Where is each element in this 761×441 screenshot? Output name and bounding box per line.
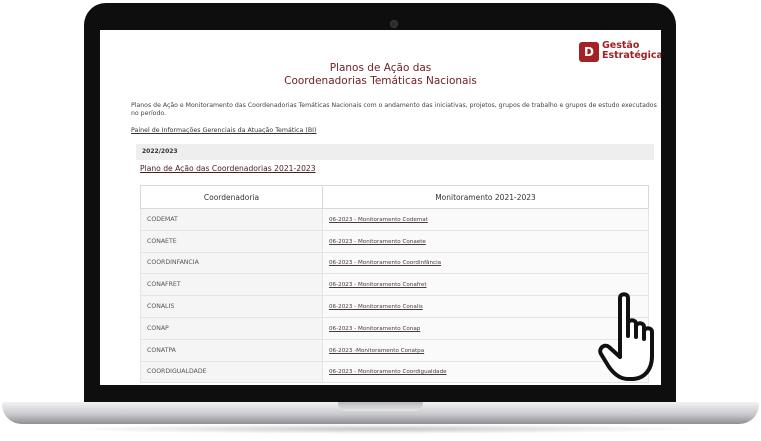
monitoring-link[interactable]: 06-2023 - Monitoramento Codemat — [329, 217, 428, 223]
webcam — [391, 21, 397, 27]
coordenadoria-cell: CONATPA — [140, 338, 323, 362]
monitoring-link[interactable]: 06-2023 - Monitoramento Conaete — [329, 239, 426, 245]
table-row: CODEMAT 06-2023 - Monitoramento Codemat — [140, 208, 649, 231]
column-header-monitoramento: Monitoramento 2021-2023 — [322, 185, 649, 209]
table-row: COORDIGUALDADE 06-2023 - Monitoramento C… — [140, 360, 649, 384]
monitoring-link[interactable]: 06-2023 - Monitoramento Coordigualdade — [329, 369, 447, 375]
year-header: 2022/2023 — [136, 144, 654, 160]
table-row: CONATPA 06-2023 -Monitoramento Conatpa — [140, 338, 649, 362]
action-plan-link[interactable]: Plano de Ação das Coordenadorias 2021-20… — [140, 164, 316, 173]
bi-panel-link[interactable]: Painel de Informações Gerenciais da Atua… — [131, 127, 316, 134]
coordenadoria-cell: CODEMAT — [140, 208, 323, 231]
coordinations-table: Coordenadoria Monitoramento 2021-2023 CO… — [140, 185, 649, 384]
monitoring-link[interactable]: 06-2023 - Monitoramento Conap — [329, 326, 420, 332]
monitoring-link[interactable]: 06-2023 -Monitoramento Conatpa — [329, 348, 424, 354]
coordenadoria-cell: CONAFRET — [140, 273, 323, 297]
monitoring-link[interactable]: 06-2023 - Monitoramento Conalis — [329, 304, 423, 310]
pointing-hand-icon — [598, 292, 654, 381]
page-title-line-1: Planos de Ação das — [329, 62, 432, 74]
monitoring-link[interactable]: 06-2023 - Monitoramento Coordinfância — [329, 260, 441, 266]
coordenadoria-cell: CONALIS — [140, 295, 323, 318]
table-row: COORDINFANCIA 06-2023 - Monitoramento Co… — [140, 251, 649, 275]
coordenadoria-cell: CONAP — [140, 316, 323, 340]
page-title-line-2: Coordenadorias Temáticas Nacionais — [284, 75, 477, 87]
coordenadoria-cell: COORDIGUALDADE — [140, 360, 323, 384]
laptop-notch — [338, 402, 423, 411]
logo-mark: D — [579, 42, 599, 62]
logo-text: Gestão Estratégica — [602, 41, 661, 61]
coordenadoria-cell: COORDINFANCIA — [140, 251, 323, 275]
column-header-coordenadoria: Coordenadoria — [140, 185, 323, 209]
table-row: CONAFRET 06-2023 - Monitoramento Conafre… — [140, 273, 649, 297]
logo-line-2: Estratégica — [602, 50, 661, 61]
table-row: CONALIS 06-2023 - Monitoramento Conalis — [140, 295, 649, 318]
page-title: Planos de Ação das Coordenadorias Temáti… — [100, 62, 661, 88]
monitoring-link[interactable]: 06-2023 - Monitoramento Conafret — [329, 282, 427, 288]
monitoring-cell: 06-2023 - Monitoramento Codemat — [322, 208, 649, 231]
monitoring-cell: 06-2023 - Monitoramento Conaete — [322, 229, 649, 253]
table-header-row: Coordenadoria Monitoramento 2021-2023 — [140, 185, 649, 209]
coordenadoria-cell: CONAETE — [140, 229, 323, 253]
table-row: CONAP 06-2023 - Monitoramento Conap — [140, 316, 649, 340]
monitoring-cell: 06-2023 - Monitoramento Coordinfância — [322, 251, 649, 275]
laptop-screen: D Gestão Estratégica Planos de Ação das … — [100, 30, 661, 385]
table-row: CONAETE 06-2023 - Monitoramento Conaete — [140, 229, 649, 253]
laptop-shadow — [60, 424, 701, 434]
intro-text: Planos de Ação e Monitoramento das Coord… — [131, 102, 657, 117]
